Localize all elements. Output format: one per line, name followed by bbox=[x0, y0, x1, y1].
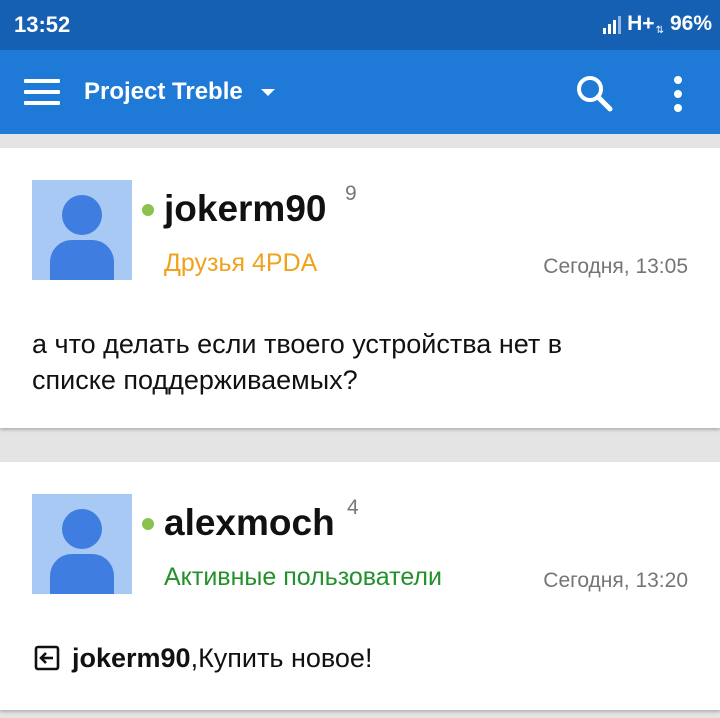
status-bar: 13:52 H+ ⇅ 96% bbox=[0, 0, 720, 50]
chevron-down-icon[interactable] bbox=[261, 89, 275, 96]
user-group: Активные пользователи bbox=[164, 563, 442, 591]
status-time: 13:52 bbox=[14, 12, 71, 37]
reputation-count[interactable]: 4 bbox=[347, 496, 359, 520]
post-date: Сегодня, 13:05 bbox=[543, 255, 688, 278]
post-card: jokerm90 9 Друзья 4PDA Сегодня, 13:05 а … bbox=[0, 148, 720, 428]
user-group: Друзья 4PDA bbox=[164, 249, 318, 277]
post-card: alexmoch 4 Активные пользователи Сегодня… bbox=[0, 462, 720, 710]
network-type: H+ ⇅ bbox=[627, 12, 664, 36]
battery-level: 96% bbox=[669, 12, 712, 35]
post-message: а что делать если твоего устройства нет … bbox=[32, 326, 562, 398]
network-arrows-icon: ⇅ bbox=[655, 25, 664, 36]
online-status-icon bbox=[142, 204, 154, 216]
avatar[interactable] bbox=[32, 180, 132, 280]
post-date: Сегодня, 13:20 bbox=[543, 569, 688, 592]
post-message-line: списке поддерживаемых? bbox=[32, 365, 358, 395]
post-username[interactable]: jokerm90 bbox=[164, 188, 327, 230]
online-status-icon bbox=[142, 518, 154, 530]
signal-icon bbox=[603, 14, 622, 34]
status-indicators: H+ ⇅ 96% bbox=[603, 12, 712, 36]
post-username[interactable]: alexmoch bbox=[164, 502, 335, 544]
post-message-line: а что делать если твоего устройства нет … bbox=[32, 329, 563, 359]
avatar[interactable] bbox=[32, 494, 132, 594]
quoted-username[interactable]: jokerm90 bbox=[72, 640, 191, 676]
more-vert-icon[interactable] bbox=[664, 74, 692, 114]
network-type-label: H+ bbox=[627, 12, 655, 35]
page-title[interactable]: Project Treble bbox=[84, 78, 243, 106]
app-bar: Project Treble bbox=[0, 50, 720, 134]
reputation-count[interactable]: 9 bbox=[345, 182, 357, 206]
post-message-text: ,Купить новое! bbox=[190, 643, 373, 673]
post-message: jokerm90 ,Купить новое! bbox=[32, 640, 372, 676]
menu-icon[interactable] bbox=[24, 79, 60, 105]
search-icon[interactable] bbox=[574, 73, 614, 113]
reply-quote-icon[interactable] bbox=[32, 643, 62, 673]
